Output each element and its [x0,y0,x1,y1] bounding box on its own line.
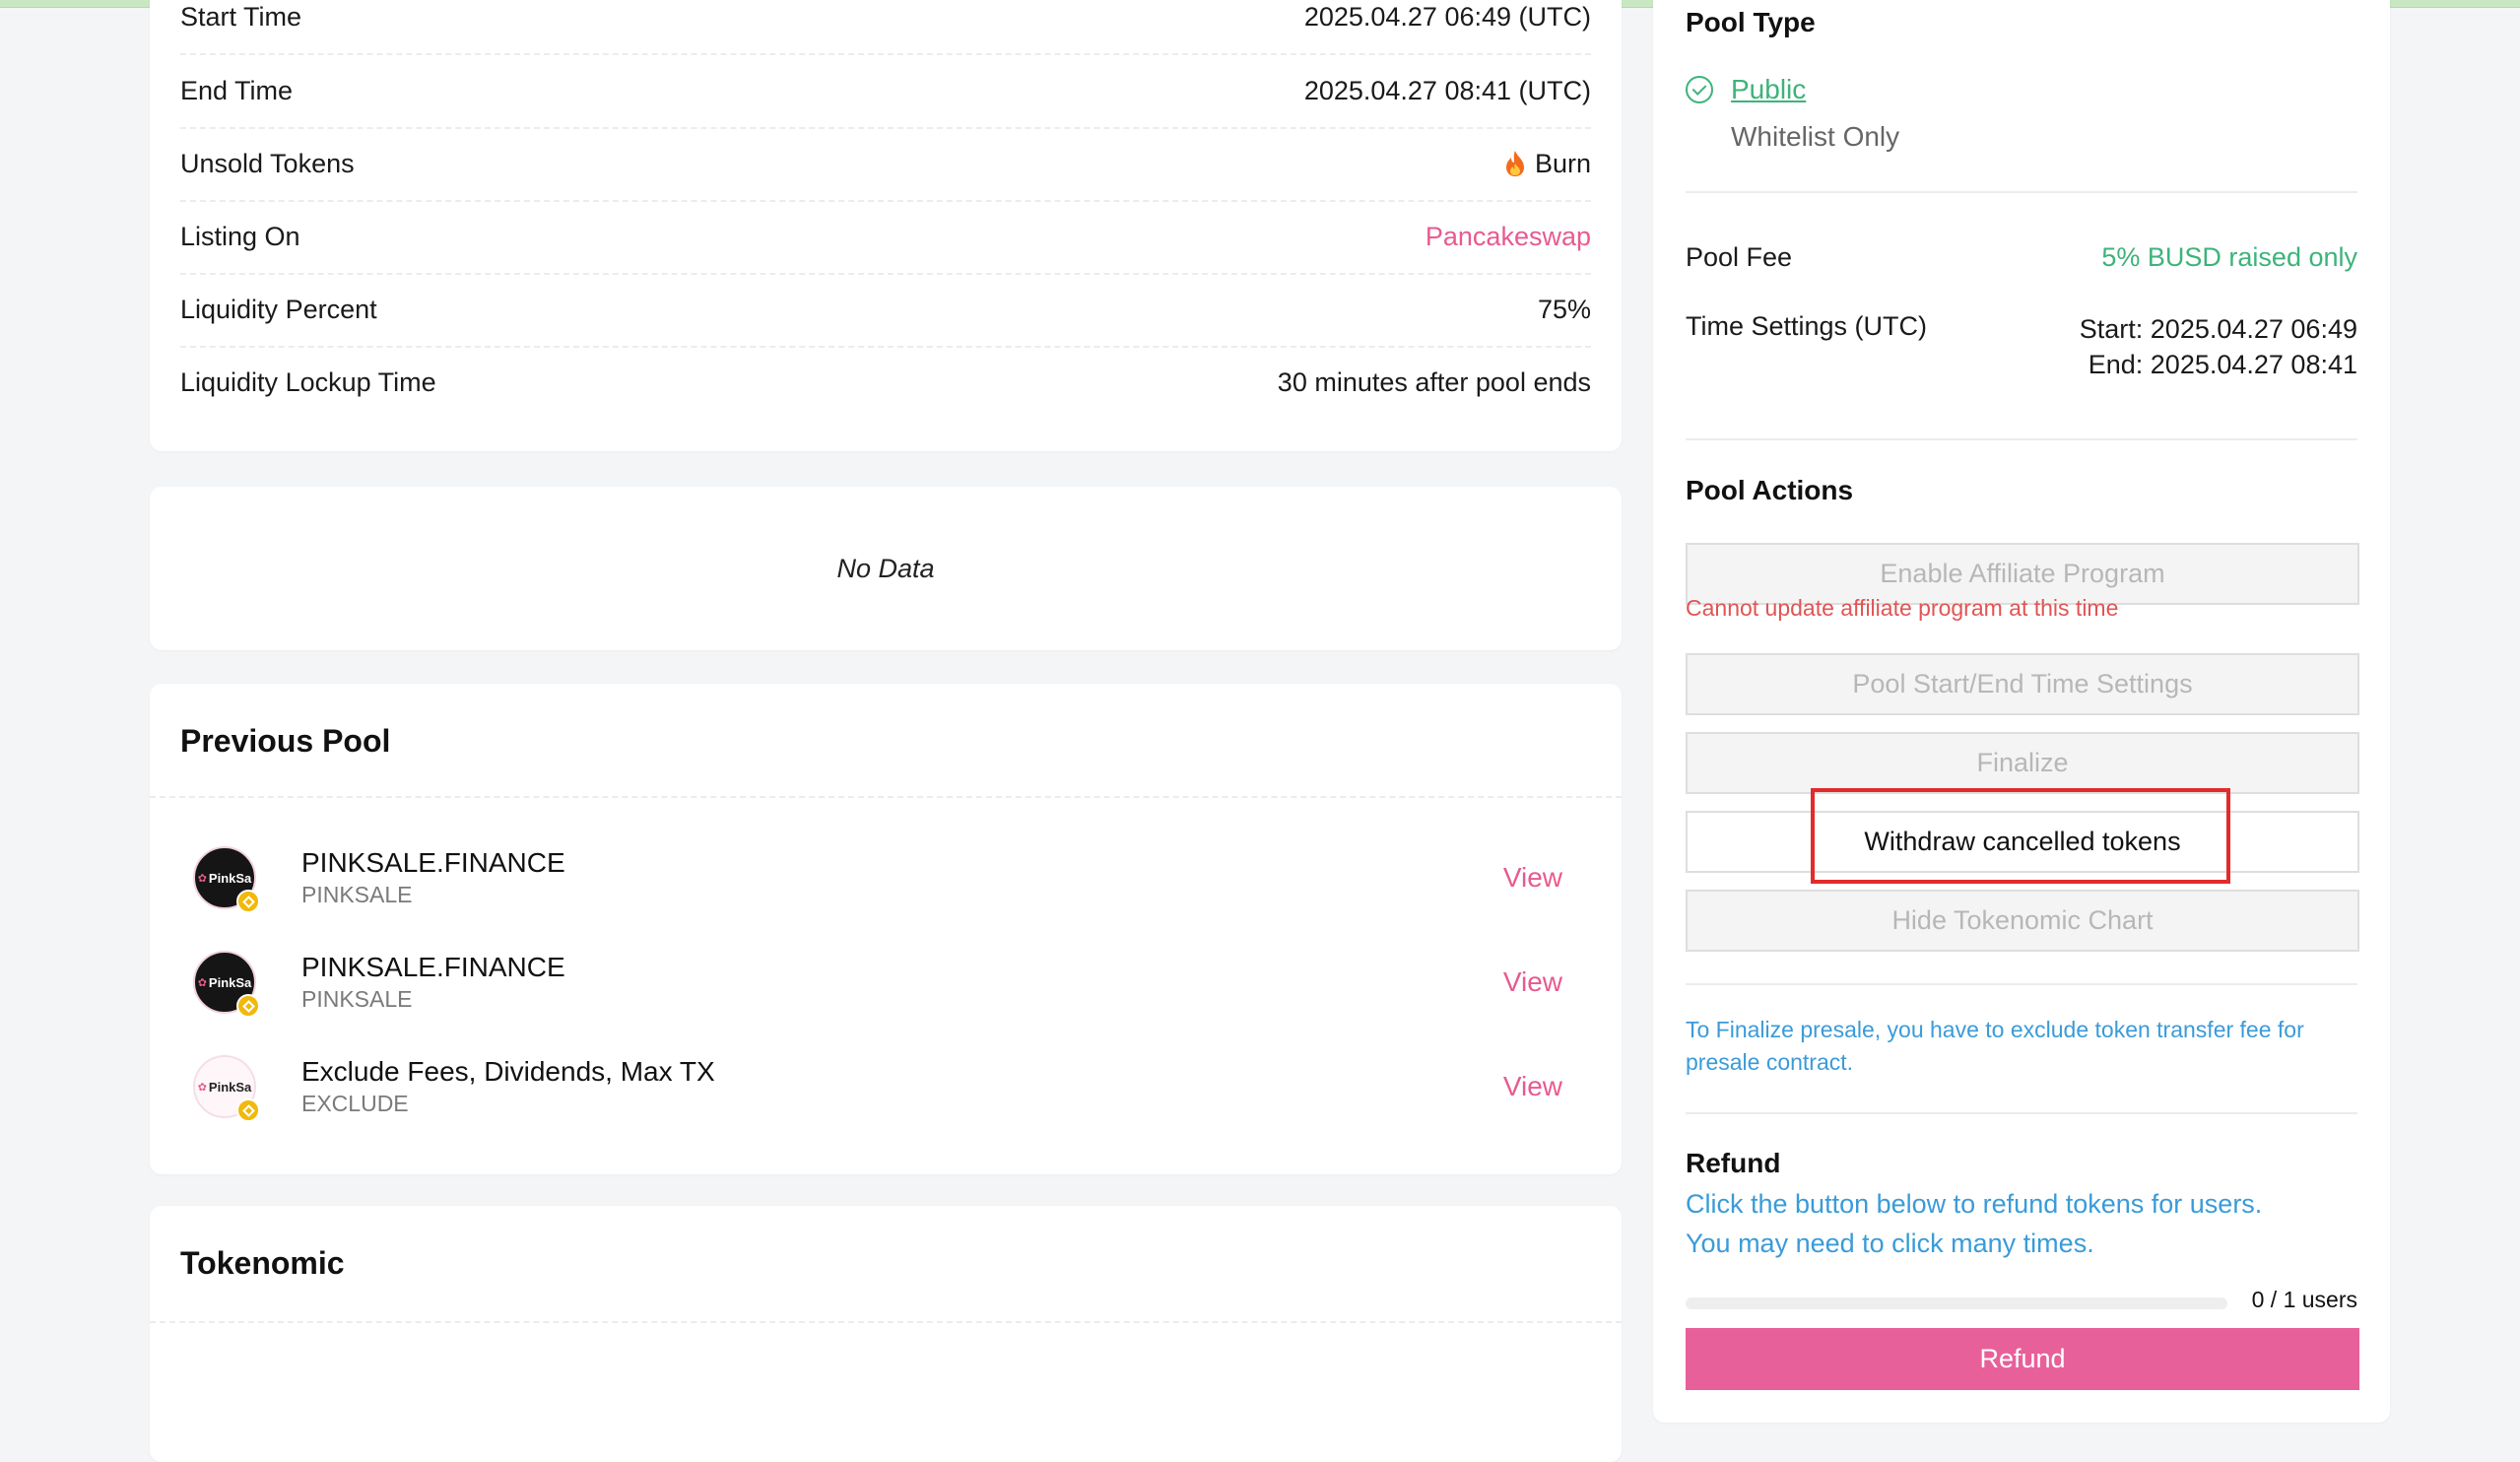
pool-settings-panel: Pool Type Public Whitelist Only Pool Fee… [1653,0,2390,1423]
tokenomic-card: Tokenomic [150,1206,1622,1462]
info-value: 30 minutes after pool ends [1277,366,1591,397]
bnb-chain-icon [236,890,260,913]
info-value: 75% [1537,294,1591,324]
refund-description-line1: Click the button below to refund tokens … [1686,1189,2263,1219]
listing-on-link[interactable]: Pancakeswap [1426,222,1591,252]
info-row-start-time: Start Time 2025.04.27 06:49 (UTC) [180,0,1591,55]
check-circle-icon [1686,76,1713,103]
avatar-text: PinkSa [208,870,252,886]
info-label: Listing On [180,221,300,251]
time-settings-row: Time Settings (UTC) Start: 2025.04.27 06… [1686,311,2357,382]
info-row-listing-on: Listing On Pancakeswap [180,200,1591,275]
time-end-value: End: 2025.04.27 08:41 [2088,350,2357,379]
info-label: Start Time [180,1,302,32]
pool-symbol: PINKSALE [301,882,413,907]
pool-type-option-public[interactable]: Public [1686,74,1806,105]
pool-type-option-whitelist[interactable]: Whitelist Only [1731,121,1899,153]
fire-icon [1505,151,1524,176]
unsold-tokens-value: Burn [1534,148,1591,178]
pool-fee-value: 5% BUSD raised only [2101,242,2357,272]
info-row-liquidity-lockup: Liquidity Lockup Time 30 minutes after p… [180,346,1591,419]
info-row-unsold-tokens: Unsold Tokens Burn [180,127,1591,202]
refund-progress-bar [1686,1297,2227,1309]
finalize-button[interactable]: Finalize [1686,732,2359,794]
pool-symbol: PINKSALE [301,986,413,1012]
info-value: 2025.04.27 06:49 (UTC) [1303,1,1591,32]
pinksale-logo-icon: ✿ [197,976,207,989]
pool-fee-label: Pool Fee [1686,242,1793,272]
divider [1686,191,2357,193]
refund-progress-label: 0 / 1 users [2251,1287,2357,1312]
pool-symbol: EXCLUDE [301,1091,409,1116]
previous-pool-item: ✿ PinkSa PINKSALE.FINANCE PINKSALE View [193,833,1562,922]
avatar: ✿ PinkSa [193,951,260,1018]
pool-name: PINKSALE.FINANCE [301,847,565,878]
avatar: ✿ PinkSa [193,846,260,913]
info-label: Liquidity Lockup Time [180,366,436,397]
pinksale-logo-icon: ✿ [197,1081,207,1094]
divider [150,796,1622,798]
info-label: End Time [180,75,294,105]
info-label: Unsold Tokens [180,148,355,178]
withdraw-cancelled-tokens-button[interactable]: Withdraw cancelled tokens [1686,811,2359,873]
info-label: Liquidity Percent [180,294,377,324]
refund-title: Refund [1686,1148,1781,1178]
pool-name: Exclude Fees, Dividends, Max TX [301,1056,715,1087]
previous-pool-card: Previous Pool ✿ PinkSa PINKSALE.FINANCE P… [150,684,1622,1174]
info-value: 2025.04.27 08:41 (UTC) [1303,75,1591,105]
refund-description: Click the button below to refund tokens … [1686,1184,2357,1263]
divider [1686,983,2357,985]
info-row-end-time: End Time 2025.04.27 08:41 (UTC) [180,54,1591,129]
refund-button[interactable]: Refund [1686,1328,2359,1390]
view-pool-link[interactable]: View [1503,1071,1562,1102]
divider [150,1321,1622,1323]
hide-tokenomic-chart-button[interactable]: Hide Tokenomic Chart [1686,890,2359,952]
pool-actions-title: Pool Actions [1686,475,1854,505]
empty-data-card: No Data [150,487,1622,650]
avatar: ✿ PinkSa [193,1055,260,1122]
info-value: Burn [1503,149,1591,179]
previous-pool-title: Previous Pool [180,723,391,759]
info-row-liquidity-percent: Liquidity Percent 75% [180,273,1591,348]
time-start-value: Start: 2025.04.27 06:49 [2079,314,2357,344]
divider [1686,1112,2357,1114]
pool-name: PINKSALE.FINANCE [301,952,565,982]
refund-description-line2: You may need to click many times. [1686,1229,2094,1258]
pool-type-title: Pool Type [1686,7,1816,37]
tokenomic-title: Tokenomic [180,1245,345,1281]
previous-pool-item: ✿ PinkSa PINKSALE.FINANCE PINKSALE View [193,938,1562,1027]
view-pool-link[interactable]: View [1503,966,1562,998]
pool-fee-row: Pool Fee 5% BUSD raised only [1686,242,2357,273]
divider [1686,438,2357,440]
pinksale-logo-icon: ✿ [197,872,207,885]
time-settings-label: Time Settings (UTC) [1686,311,1928,341]
avatar-text: PinkSa [208,1079,252,1095]
previous-pool-item: ✿ PinkSa Exclude Fees, Dividends, Max TX … [193,1042,1562,1131]
view-pool-link[interactable]: View [1503,862,1562,894]
finalize-note: To Finalize presale, you have to exclude… [1686,1017,2304,1075]
pool-type-public[interactable]: Public [1731,74,1806,105]
pool-info-card: Start Time 2025.04.27 06:49 (UTC) End Ti… [150,0,1622,451]
avatar-text: PinkSa [208,974,252,990]
affiliate-error-text: Cannot update affiliate program at this … [1686,595,2119,621]
pool-time-settings-button[interactable]: Pool Start/End Time Settings [1686,653,2359,715]
pool-type-whitelist[interactable]: Whitelist Only [1731,121,1899,153]
bnb-chain-icon [236,1098,260,1122]
no-data-text: No Data [836,553,935,583]
bnb-chain-icon [236,994,260,1018]
